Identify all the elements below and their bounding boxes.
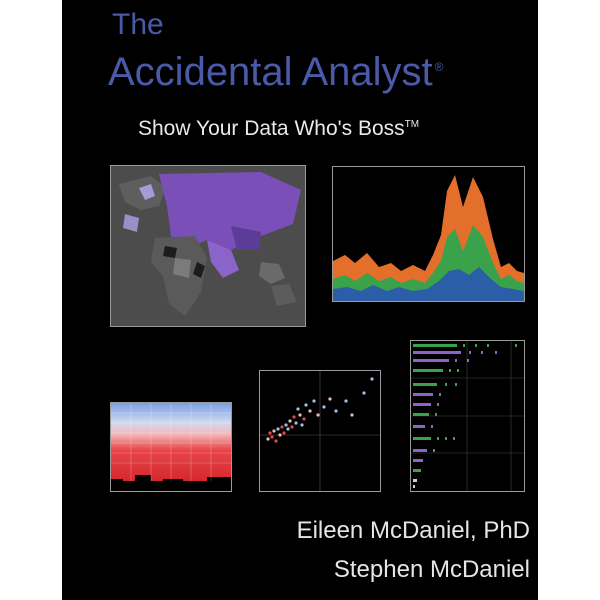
heatmap-panel [110, 402, 232, 492]
dot-plot-panel [410, 340, 525, 492]
stacked-area-chart-graphic [333, 175, 524, 301]
scatter-plot-panel [259, 370, 381, 492]
world-map-panel [110, 165, 306, 327]
author-2: Stephen McDaniel [333, 556, 530, 583]
world-map-graphic [111, 166, 305, 326]
stacked-area-chart-panel [332, 166, 525, 302]
trademark-mark: TM [404, 119, 420, 130]
author-1: Eileen McDaniel, PhD [296, 517, 530, 544]
subtitle: Show Your Data Who's BossTM [138, 117, 419, 141]
registered-mark: ® [434, 59, 444, 74]
subtitle-text: Show Your Data Who's Boss [138, 117, 405, 140]
book-title-text: Accidental Analyst [108, 50, 433, 94]
scatter-plot-graphic [260, 371, 380, 491]
book-title: Accidental Analyst ® [108, 50, 443, 95]
heatmap-graphic [111, 403, 231, 491]
title-the: The [112, 8, 164, 41]
dot-plot-graphic [411, 341, 524, 491]
